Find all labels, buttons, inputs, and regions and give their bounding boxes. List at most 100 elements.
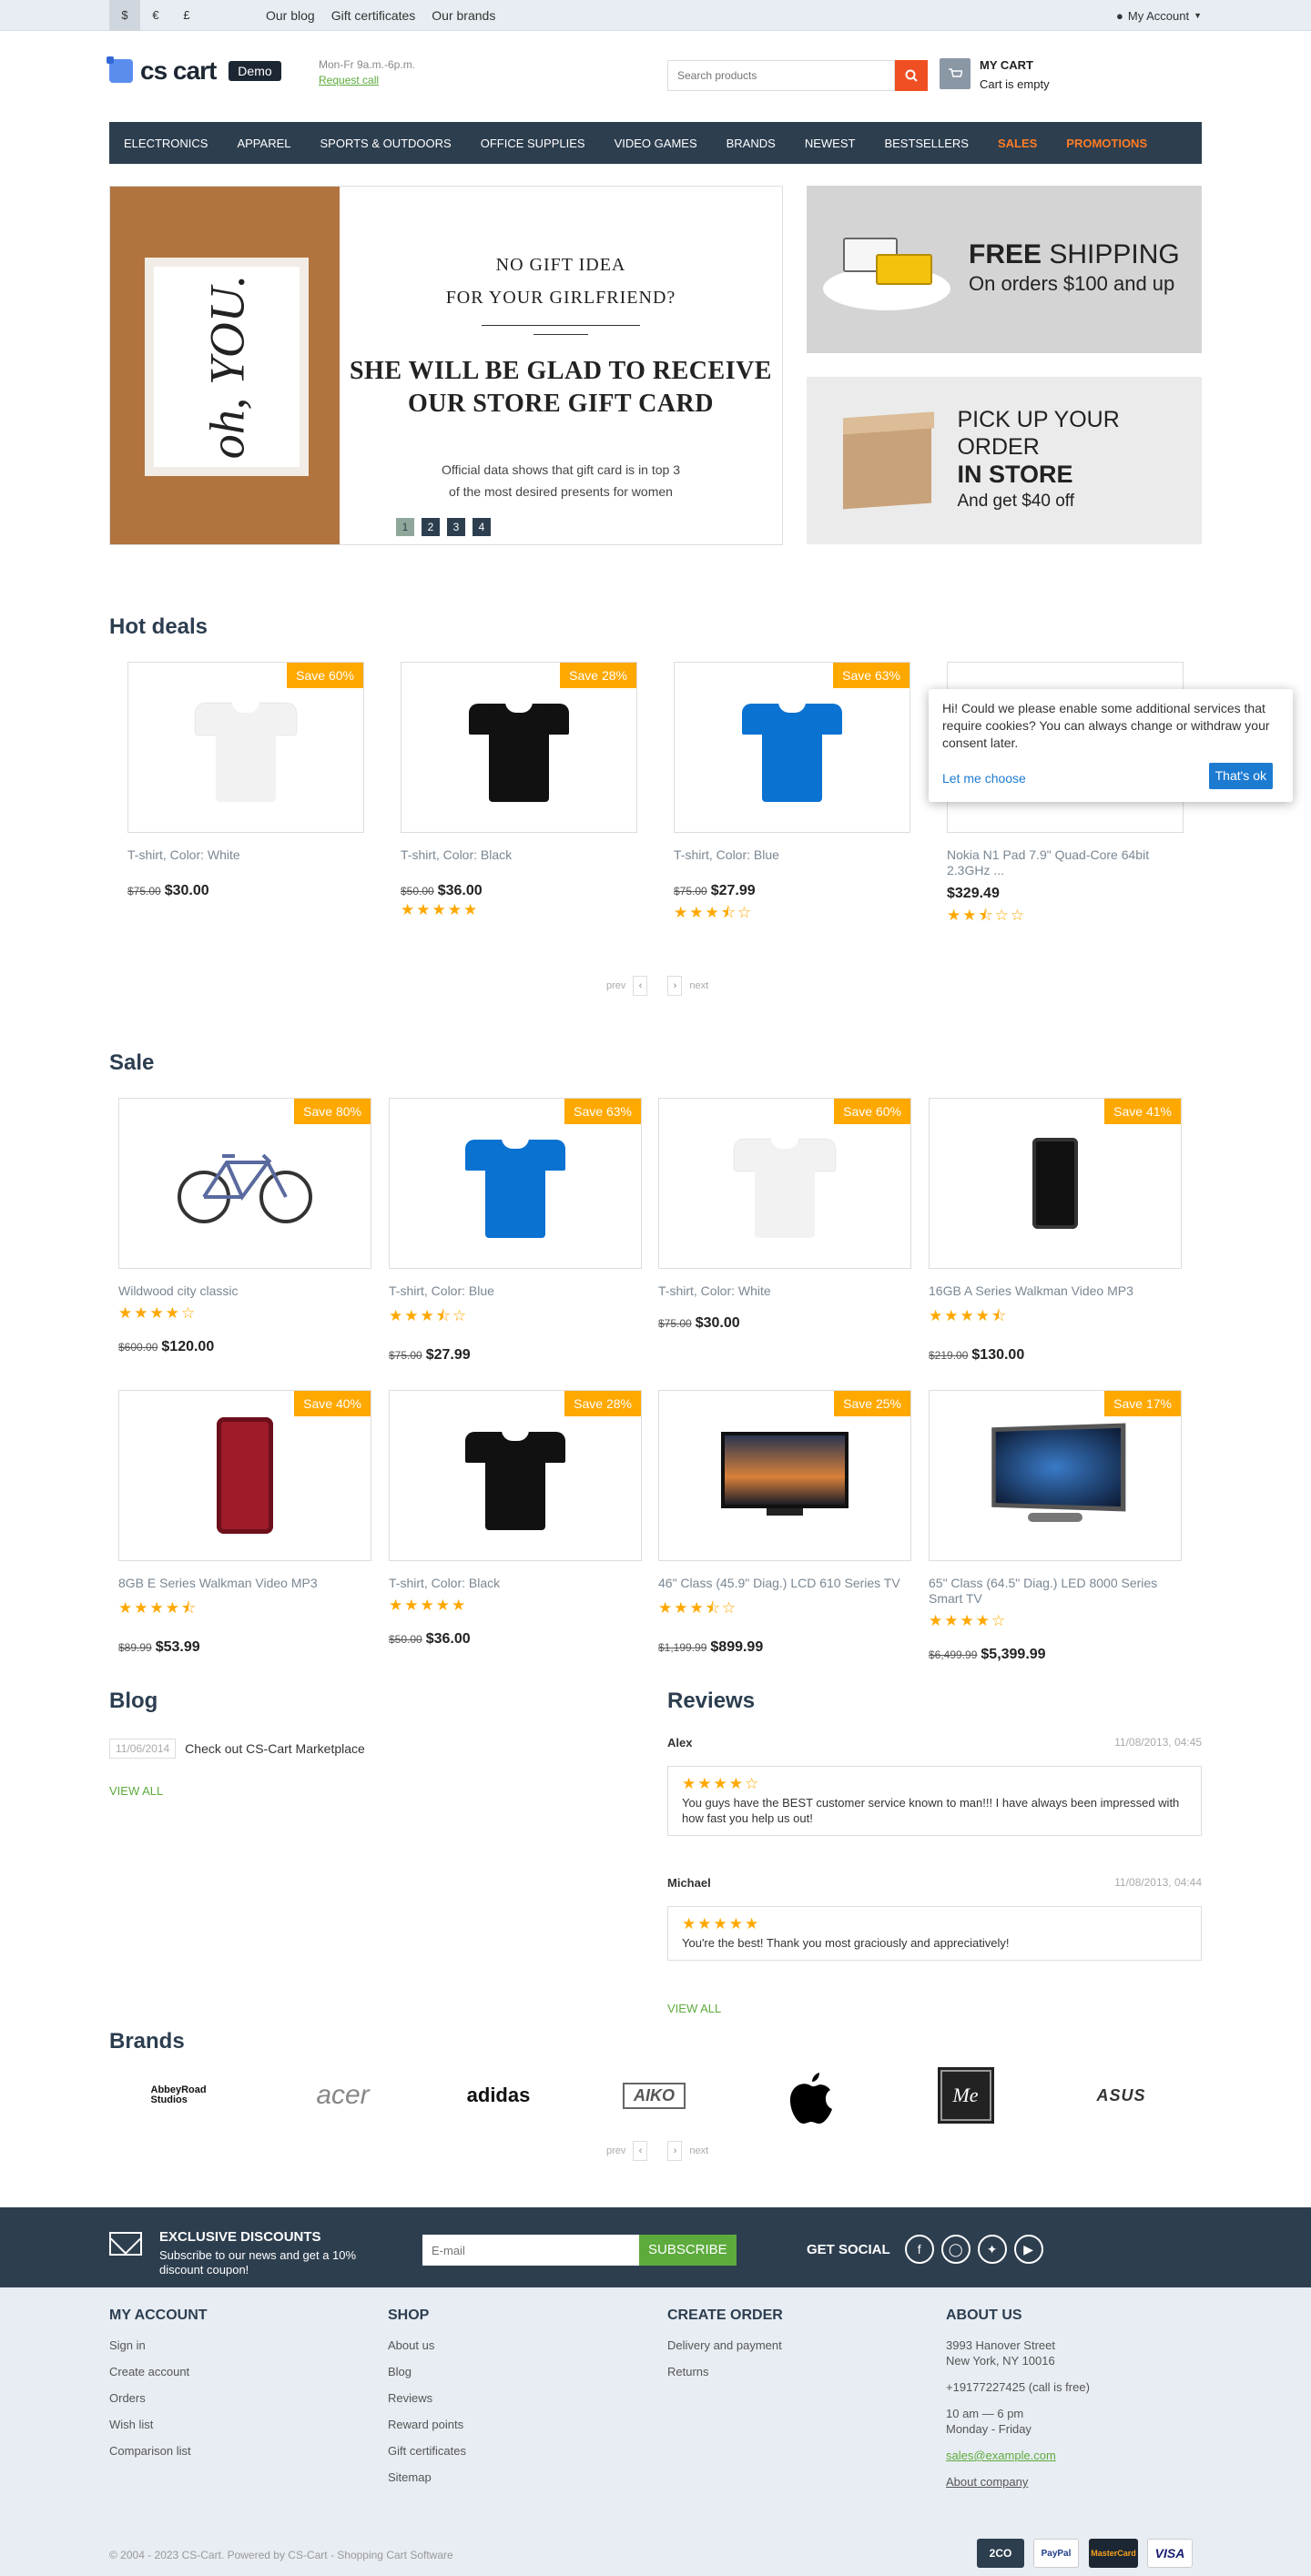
product-image[interactable]: Save 60%	[658, 1098, 911, 1269]
let-me-choose-link[interactable]: Let me choose	[942, 770, 1026, 787]
product-name[interactable]: Wildwood city classic	[118, 1283, 371, 1299]
youtube-icon[interactable]: ▶	[1013, 2235, 1043, 2264]
product-card[interactable]: Save 60% T-shirt, Color: White $75.00 $30…	[127, 662, 364, 899]
product-card[interactable]: Save 41% 16GB A Series Walkman Video MP3…	[929, 1098, 1182, 1364]
product-card[interactable]: Save 63% T-shirt, Color: Blue ★★★⯪☆ $75.…	[389, 1098, 642, 1364]
footer-email-link[interactable]: sales@example.com	[946, 2449, 1090, 2462]
footer-link-comparison-list[interactable]: Comparison list	[109, 2444, 208, 2458]
currency-usd[interactable]: $	[109, 0, 140, 31]
product-name[interactable]: 16GB A Series Walkman Video MP3	[929, 1283, 1182, 1299]
menu-promotions[interactable]: PROMOTIONS	[1066, 137, 1147, 150]
pickup-banner[interactable]: PICK UP YOUR ORDER IN STORE And get $40 …	[807, 377, 1202, 544]
footer-link-sitemap[interactable]: Sitemap	[388, 2470, 466, 2484]
product-name[interactable]: Nokia N1 Pad 7.9" Quad-Core 64bit 2.3GHz…	[947, 847, 1184, 878]
slider-dot-4[interactable]: 4	[473, 518, 491, 536]
free-shipping-banner[interactable]: FREE SHIPPING On orders $100 and up	[807, 186, 1202, 353]
next-button[interactable]: ›	[667, 2141, 683, 2161]
product-image[interactable]: Save 25%	[658, 1390, 911, 1561]
product-card[interactable]: Save 28% T-shirt, Color: Black ★★★★★ $50…	[389, 1390, 642, 1648]
menu-video-games[interactable]: VIDEO GAMES	[615, 137, 697, 150]
product-image[interactable]: Save 28%	[389, 1390, 642, 1561]
logo[interactable]: cs cart Demo	[107, 56, 281, 86]
product-image[interactable]: Save 28%	[401, 662, 637, 833]
product-image[interactable]: Save 41%	[929, 1098, 1182, 1269]
slider-dot-3[interactable]: 3	[447, 518, 465, 536]
menu-newest[interactable]: NEWEST	[805, 137, 856, 150]
cart-widget[interactable]: MY CART Cart is empty	[940, 58, 1050, 91]
currency-eur[interactable]: €	[140, 0, 171, 31]
footer-link-about-us[interactable]: About us	[388, 2338, 466, 2352]
prev-button[interactable]: ‹	[633, 2141, 648, 2161]
product-image[interactable]: Save 40%	[118, 1390, 371, 1561]
search-button[interactable]	[895, 60, 928, 91]
brand-apple[interactable]	[732, 2068, 888, 2124]
menu-brands[interactable]: BRANDS	[727, 137, 776, 150]
instagram-icon[interactable]: ◯	[940, 2235, 971, 2264]
footer-link-reviews[interactable]: Reviews	[388, 2391, 466, 2405]
blog-post-link[interactable]: Check out CS-Cart Marketplace	[185, 1741, 365, 1756]
menu-electronics[interactable]: ELECTRONICS	[124, 137, 208, 150]
link-our-blog[interactable]: Our blog	[266, 8, 315, 23]
prev-button[interactable]: ‹	[633, 976, 648, 996]
blog-view-all[interactable]: VIEW ALL	[109, 1784, 163, 1798]
thats-ok-button[interactable]: That's ok	[1208, 763, 1273, 789]
link-gift-certificates[interactable]: Gift certificates	[331, 8, 416, 23]
product-image[interactable]: Save 63%	[674, 662, 910, 833]
currency-gbp[interactable]: £	[171, 0, 202, 31]
my-account-dropdown[interactable]: ● My Account ▼	[1116, 9, 1202, 23]
brand-adidas[interactable]: adidas	[421, 2068, 576, 2123]
product-image[interactable]: Save 63%	[389, 1098, 642, 1269]
product-name[interactable]: 8GB E Series Walkman Video MP3	[118, 1576, 371, 1591]
product-card[interactable]: Save 28% T-shirt, Color: Black $50.00 $36…	[401, 662, 637, 919]
product-name[interactable]: T-shirt, Color: Blue	[674, 847, 910, 863]
footer-link-delivery[interactable]: Delivery and payment	[667, 2338, 783, 2352]
product-name[interactable]: 65" Class (64.5" Diag.) LED 8000 Series …	[929, 1576, 1182, 1607]
footer-link-blog[interactable]: Blog	[388, 2365, 466, 2378]
facebook-icon[interactable]: f	[904, 2235, 934, 2264]
product-card[interactable]: Save 63% T-shirt, Color: Blue $75.00 $27.…	[674, 662, 910, 928]
menu-sports-outdoors[interactable]: SPORTS & OUTDOORS	[320, 137, 451, 150]
next-button[interactable]: ›	[667, 976, 683, 996]
footer-link-reward-points[interactable]: Reward points	[388, 2418, 466, 2431]
product-card[interactable]: Save 60% T-shirt, Color: White $75.00 $30…	[658, 1098, 911, 1332]
brand-acer[interactable]: acer	[265, 2068, 421, 2123]
product-name[interactable]: T-shirt, Color: White	[658, 1283, 911, 1299]
product-image[interactable]: Save 17%	[929, 1390, 1182, 1561]
twitter-icon[interactable]: ✦	[977, 2235, 1007, 2264]
product-name[interactable]: T-shirt, Color: Black	[389, 1576, 642, 1591]
request-call-link[interactable]: Request call	[319, 74, 415, 86]
product-card[interactable]: Save 17% 65" Class (64.5" Diag.) LED 800…	[929, 1390, 1182, 1663]
about-company-link[interactable]: About company	[946, 2475, 1090, 2489]
link-our-brands[interactable]: Our brands	[432, 8, 495, 23]
brand-abbeyroad[interactable]: AbbeyRoad Studios	[109, 2068, 265, 2123]
product-image[interactable]: Save 80%	[118, 1098, 371, 1269]
menu-sales[interactable]: SALES	[998, 137, 1037, 150]
footer-link-gift-certificates[interactable]: Gift certificates	[388, 2444, 466, 2458]
product-card[interactable]: Save 80% Wildwood city classic ★★★★☆ $60…	[118, 1098, 371, 1355]
slider-dot-1[interactable]: 1	[396, 518, 414, 536]
menu-office-supplies[interactable]: OFFICE SUPPLIES	[481, 137, 585, 150]
subscribe-button[interactable]: SUBSCRIBE	[639, 2235, 737, 2266]
product-name[interactable]: T-shirt, Color: White	[127, 847, 364, 863]
footer-link-wish-list[interactable]: Wish list	[109, 2418, 208, 2431]
footer-link-orders[interactable]: Orders	[109, 2391, 208, 2405]
brand-aiko[interactable]: AIKO	[576, 2068, 732, 2123]
main-banner-slider[interactable]: oh, YOU. NO GIFT IDEA FOR YOUR GIRLFRIEN…	[109, 186, 783, 545]
brand-me[interactable]: Me	[888, 2067, 1043, 2124]
search-input[interactable]	[667, 60, 895, 91]
slider-dot-2[interactable]: 2	[422, 518, 440, 536]
reviews-view-all[interactable]: VIEW ALL	[667, 2002, 721, 2015]
product-card[interactable]: Save 25% 46" Class (45.9" Diag.) LCD 610…	[658, 1390, 911, 1656]
menu-bestsellers[interactable]: BESTSELLERS	[884, 137, 969, 150]
product-name[interactable]: T-shirt, Color: Blue	[389, 1283, 642, 1299]
product-card[interactable]: Save 40% 8GB E Series Walkman Video MP3 …	[118, 1390, 371, 1656]
product-name[interactable]: T-shirt, Color: Black	[401, 847, 637, 863]
product-name[interactable]: 46" Class (45.9" Diag.) LCD 610 Series T…	[658, 1576, 911, 1591]
footer-link-create-account[interactable]: Create account	[109, 2365, 208, 2378]
brand-asus[interactable]: ASUS	[1043, 2068, 1199, 2123]
footer-link-returns[interactable]: Returns	[667, 2365, 783, 2378]
footer-link-sign-in[interactable]: Sign in	[109, 2338, 208, 2352]
email-field[interactable]	[422, 2235, 639, 2266]
product-image[interactable]: Save 60%	[127, 662, 364, 833]
menu-apparel[interactable]: APPAREL	[237, 137, 290, 150]
